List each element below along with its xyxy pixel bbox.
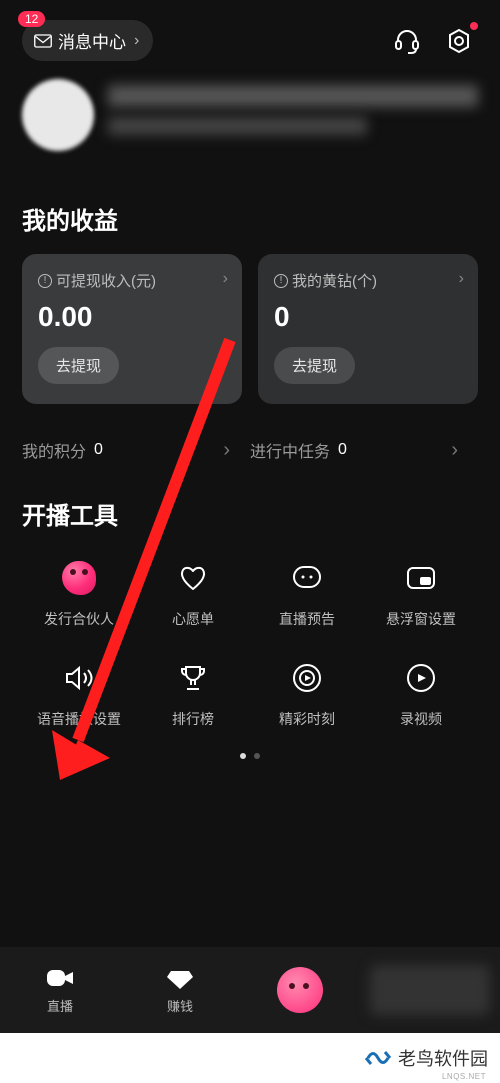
info-icon: ! — [274, 274, 288, 288]
withdraw-button[interactable]: 去提现 — [38, 347, 119, 384]
tool-preview[interactable]: 直播预告 — [250, 557, 364, 629]
nav-earn[interactable]: 赚钱 — [120, 965, 240, 1015]
tool-voice-broadcast[interactable]: 语音播报设置 — [22, 657, 136, 729]
footer-watermark: 老鸟软件园 LNQS.NET — [0, 1033, 500, 1083]
tool-label: 排行榜 — [172, 709, 214, 729]
tool-wishlist[interactable]: 心愿单 — [136, 557, 250, 629]
message-center-pill[interactable]: 12 消息中心 › — [22, 20, 153, 61]
diamonds-card[interactable]: ! 我的黄钻(个) › 0 去提现 — [258, 254, 478, 404]
earnings-title: 我的收益 — [0, 177, 500, 254]
video-icon — [45, 965, 75, 991]
footer-sub: LNQS.NET — [442, 1072, 486, 1081]
tasks-stat[interactable]: 进行中任务 0 — [250, 438, 478, 462]
page-dot — [254, 753, 260, 759]
avatar — [22, 79, 94, 151]
page-dot-active — [240, 753, 246, 759]
pip-icon — [404, 561, 438, 595]
points-value: 0 — [94, 441, 103, 459]
chevron-right-icon: › — [134, 32, 139, 50]
record-icon — [404, 661, 438, 695]
tool-label: 录视频 — [400, 709, 442, 729]
tools-grid: 发行合伙人 心愿单 直播预告 悬浮窗设置 语音播报设置 排行榜 精彩时刻 录视频 — [0, 549, 500, 729]
withdrawable-card[interactable]: ! 可提现收入(元) › 0.00 去提现 — [22, 254, 242, 404]
nav-live[interactable]: 直播 — [0, 965, 120, 1015]
speaker-icon — [62, 661, 96, 695]
diamonds-withdraw-button[interactable]: 去提现 — [274, 347, 355, 384]
tools-title: 开播工具 — [0, 472, 500, 549]
footer-brand: 老鸟软件园 — [398, 1045, 488, 1071]
play-circle-icon — [290, 661, 324, 695]
header-bar: 12 消息中心 › — [0, 0, 500, 71]
earnings-cards: ! 可提现收入(元) › 0.00 去提现 ! 我的黄钻(个) › 0 去提现 — [0, 254, 500, 404]
support-button[interactable] — [388, 22, 426, 60]
diamond-icon — [165, 965, 195, 991]
diamonds-value: 0 — [274, 301, 462, 333]
message-center-label: 消息中心 — [58, 28, 126, 53]
settings-icon — [445, 27, 473, 55]
tasks-value: 0 — [338, 441, 347, 459]
tool-label: 悬浮窗设置 — [386, 609, 456, 629]
tool-label: 直播预告 — [279, 609, 335, 629]
profile-blob-icon — [277, 967, 323, 1013]
speech-icon — [290, 561, 324, 595]
stats-row: 我的积分 0 进行中任务 0 — [0, 404, 500, 472]
settings-button[interactable] — [440, 22, 478, 60]
withdrawable-value: 0.00 — [38, 301, 226, 333]
settings-notification-dot — [470, 22, 478, 30]
nav-live-label: 直播 — [47, 996, 73, 1015]
withdrawable-label: 可提现收入(元) — [56, 270, 156, 291]
tool-label: 心愿单 — [172, 609, 214, 629]
diamonds-label: 我的黄钻(个) — [292, 270, 377, 291]
nav-profile[interactable] — [240, 967, 360, 1013]
tool-record-video[interactable]: 录视频 — [364, 657, 478, 729]
info-icon: ! — [38, 274, 52, 288]
mail-icon — [34, 34, 52, 48]
tool-leaderboard[interactable]: 排行榜 — [136, 657, 250, 729]
page-indicator — [0, 753, 500, 759]
points-label: 我的积分 — [22, 438, 86, 462]
tool-label: 语音播报设置 — [37, 709, 121, 729]
nav-earn-label: 赚钱 — [167, 996, 193, 1015]
heart-icon — [176, 561, 210, 595]
profile-section[interactable] — [0, 71, 500, 177]
tasks-label: 进行中任务 — [250, 438, 330, 462]
tool-label: 发行合伙人 — [44, 609, 114, 629]
points-stat[interactable]: 我的积分 0 — [22, 438, 250, 462]
headset-icon — [393, 27, 421, 55]
chevron-right-icon: › — [223, 270, 228, 288]
chevron-right-icon: › — [459, 270, 464, 288]
bottom-nav: 直播 赚钱 — [0, 947, 500, 1033]
tool-float-window[interactable]: 悬浮窗设置 — [364, 557, 478, 629]
partner-icon — [62, 561, 96, 595]
tool-partner[interactable]: 发行合伙人 — [22, 557, 136, 629]
tool-label: 精彩时刻 — [279, 709, 335, 729]
nav-obscured — [370, 965, 490, 1015]
notification-badge: 12 — [18, 11, 45, 27]
trophy-icon — [176, 661, 210, 695]
tool-highlights[interactable]: 精彩时刻 — [250, 657, 364, 729]
footer-logo-icon — [364, 1047, 392, 1069]
profile-info-obscured — [108, 85, 478, 145]
